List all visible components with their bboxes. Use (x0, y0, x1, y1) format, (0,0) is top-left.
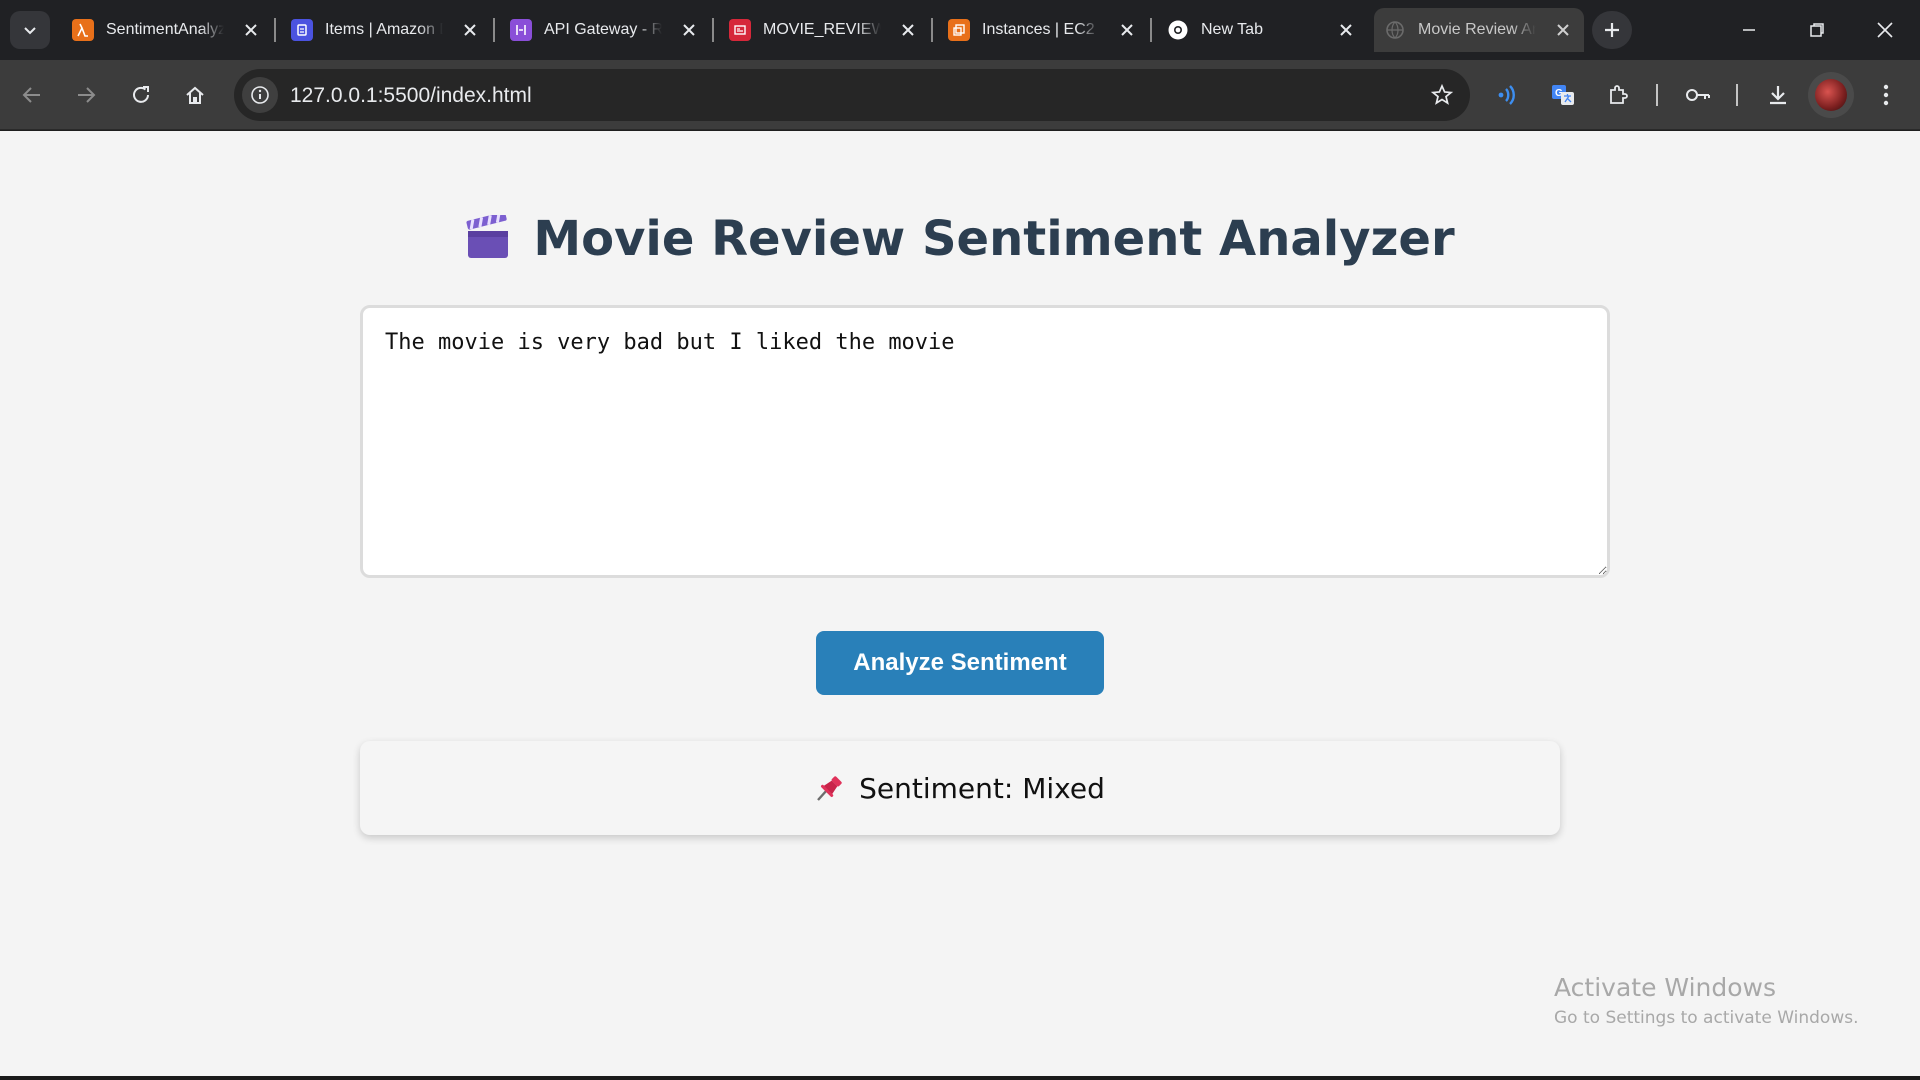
puzzle-icon (1610, 85, 1628, 104)
tab-dynamodb-items[interactable]: Items | Amazon DynamoDB (281, 8, 491, 52)
home-button[interactable] (175, 75, 215, 115)
tab-separator (712, 18, 714, 42)
tab-title: API Gateway - Resources (544, 21, 662, 38)
result-card: Sentiment: Mixed (360, 741, 1560, 835)
restore-icon (1810, 23, 1824, 37)
pushpin-icon (815, 773, 845, 803)
tab-title: Instances | EC2 | us-east-1 (982, 21, 1100, 38)
arrow-left-icon (22, 87, 40, 103)
kebab-menu-icon (1883, 84, 1889, 106)
dynamodb-icon (291, 19, 313, 41)
reload-icon (133, 86, 149, 103)
chrome-icon (1167, 19, 1189, 41)
close-icon[interactable] (459, 19, 481, 41)
toolbar-separator (1736, 84, 1738, 106)
site-info-button[interactable] (242, 77, 278, 113)
tab-separator (274, 18, 276, 42)
translate-icon: G (1552, 85, 1574, 105)
chevron-down-icon (24, 27, 36, 35)
back-button[interactable] (12, 75, 52, 115)
tab-separator (493, 18, 495, 42)
downloads-button[interactable] (1758, 75, 1798, 115)
read-aloud-button[interactable] (1488, 75, 1528, 115)
tab-search-button[interactable] (10, 11, 50, 49)
window-bottom-edge (0, 1076, 1920, 1080)
bookmark-button[interactable] (1426, 79, 1458, 111)
tab-separator (931, 18, 933, 42)
star-icon (1430, 83, 1454, 105)
address-bar[interactable]: 127.0.0.1:5500/index.html (234, 69, 1470, 121)
api-gateway-icon (510, 19, 532, 41)
info-icon (251, 86, 269, 104)
translate-button[interactable]: G (1543, 75, 1583, 115)
watermark-title: Activate Windows (1554, 973, 1776, 1002)
tab-movie-review-bucket[interactable]: MOVIE_REVIEW_ (719, 8, 929, 52)
avatar-image (1815, 79, 1847, 111)
tab-title: Movie Review Analyzer (1418, 21, 1536, 38)
tab-movie-review-analyzer[interactable]: Movie Review Analyzer (1374, 8, 1584, 52)
s3-bucket-icon (729, 19, 751, 41)
plus-icon (1605, 23, 1619, 37)
forward-button[interactable] (66, 75, 106, 115)
tab-sentiment-analyzer[interactable]: SentimentAnalyzer (62, 8, 272, 52)
page-title: Movie Review Sentiment Analyzer (0, 211, 1920, 273)
close-icon[interactable] (678, 19, 700, 41)
activate-windows-watermark: Activate Windows Go to Settings to activ… (1554, 973, 1859, 1028)
globe-icon (1384, 19, 1406, 41)
tab-title: SentimentAnalyzer (106, 21, 224, 38)
tab-title: New Tab (1201, 21, 1263, 38)
watermark-subtitle: Go to Settings to activate Windows. (1554, 1008, 1859, 1028)
new-tab-button[interactable] (1592, 11, 1632, 49)
tab-separator (1150, 18, 1152, 42)
tab-ec2-instances[interactable]: Instances | EC2 | us-east-1 (938, 8, 1148, 52)
close-icon[interactable] (1552, 19, 1574, 41)
menu-button[interactable] (1866, 75, 1906, 115)
arrow-right-icon (78, 87, 96, 103)
minimize-button[interactable] (1714, 0, 1784, 60)
aws-lambda-icon (72, 19, 94, 41)
clapperboard-icon (465, 211, 511, 273)
close-icon[interactable] (1116, 19, 1138, 41)
review-textarea[interactable]: The movie is very bad but I liked the mo… (360, 305, 1610, 578)
toolbar-separator (1656, 84, 1658, 106)
browser-toolbar: 127.0.0.1:5500/index.html G (0, 60, 1920, 130)
close-icon[interactable] (897, 19, 919, 41)
ec2-icon (948, 19, 970, 41)
profile-avatar[interactable] (1808, 72, 1854, 118)
download-icon (1770, 86, 1786, 105)
page-content: Movie Review Sentiment Analyzer The movi… (0, 131, 1920, 1076)
page-title-text: Movie Review Sentiment Analyzer (533, 211, 1455, 267)
password-manager-button[interactable] (1678, 75, 1718, 115)
tab-api-gateway[interactable]: API Gateway - Resources (500, 8, 710, 52)
tab-new-tab[interactable]: New Tab (1157, 8, 1367, 52)
close-window-button[interactable] (1850, 0, 1920, 60)
extensions-button[interactable] (1598, 75, 1638, 115)
restore-button[interactable] (1782, 0, 1852, 60)
tab-title: Items | Amazon DynamoDB (325, 21, 443, 38)
broadcast-icon (1498, 85, 1515, 105)
close-icon[interactable] (240, 19, 262, 41)
reload-button[interactable] (121, 75, 161, 115)
url-text[interactable]: 127.0.0.1:5500/index.html (290, 84, 532, 108)
analyze-sentiment-button[interactable]: Analyze Sentiment (816, 631, 1104, 695)
minimize-icon (1743, 29, 1755, 31)
tab-strip: SentimentAnalyzer Items | Amazon DynamoD… (0, 0, 1920, 60)
tab-title: MOVIE_REVIEW_ (763, 21, 881, 38)
key-icon (1686, 89, 1710, 101)
close-icon[interactable] (1335, 19, 1357, 41)
sentiment-result-text: Sentiment: Mixed (859, 771, 1105, 805)
home-icon (186, 86, 204, 104)
close-icon (1877, 22, 1893, 38)
